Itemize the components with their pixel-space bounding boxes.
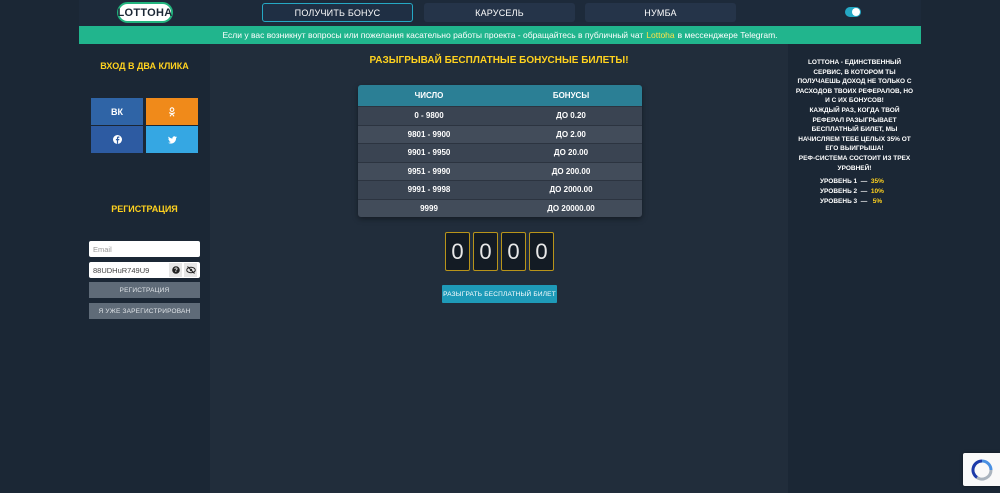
referral-info-3: РЕФ-СИСТЕМА СОСТОИТ ИЗ ТРЕХ УРОВНЕЙ! <box>798 155 911 172</box>
page-margin-right <box>921 0 1000 493</box>
range-cell: 9991 - 9998 <box>407 185 451 195</box>
facebook-login-button[interactable] <box>91 126 143 153</box>
level-label: УРОВЕНЬ 2 <box>820 187 858 195</box>
bonus-cell: ДО 20.00 <box>553 148 589 158</box>
vk-icon: ВК <box>111 106 123 117</box>
nav-get-bonus-button[interactable]: ПОЛУЧИТЬ БОНУС <box>262 3 413 22</box>
svg-text:?: ? <box>174 268 178 274</box>
bonus-cell: ДО 2000.00 <box>549 185 593 195</box>
table-row: 0 - 9800 ДО 0.20 <box>358 106 642 125</box>
referral-levels: УРОВЕНЬ 1 — 35% УРОВЕНЬ 2 — 10% УРОВЕНЬ … <box>820 177 884 206</box>
range-cell: 9999 <box>420 203 438 213</box>
range-cell: 0 - 9800 <box>414 111 444 121</box>
level-percent: 10% <box>870 187 884 195</box>
level-percent: 35% <box>870 178 884 185</box>
email-field[interactable]: Email <box>89 241 200 257</box>
nav-carousel-button[interactable]: КАРУСЕЛЬ <box>424 3 575 22</box>
banner-text-after: в мессенджере Telegram. <box>677 30 778 40</box>
column-header-number: ЧИСЛО <box>414 91 444 100</box>
table-row: 9999 ДО 20000.00 <box>358 198 642 217</box>
banner-telegram-link[interactable]: Lottoha <box>646 30 674 40</box>
table-row: 9901 - 9950 ДО 20.00 <box>358 143 642 162</box>
recaptcha-badge[interactable] <box>963 453 1000 486</box>
odnoklassniki-icon <box>168 106 176 117</box>
twitter-login-button[interactable] <box>146 126 198 153</box>
referral-info-1: LOTTOHA - ЕДИНСТВЕННЫЙ СЕРВИС, В КОТОРОМ… <box>795 59 914 105</box>
table-row: 9801 - 9900 ДО 2.00 <box>358 124 642 143</box>
range-cell: 9901 - 9950 <box>407 148 451 158</box>
twitter-icon <box>167 135 177 144</box>
nav-numba-button[interactable]: НУМБА <box>585 3 736 22</box>
quick-login-title: ВХОД В ДВА КЛИКА <box>100 61 189 71</box>
password-field[interactable]: 88UDHuR749U9 ? <box>89 262 200 278</box>
page-margin-left <box>0 0 79 493</box>
info-banner: Если у вас возникнут вопросы или пожелан… <box>79 26 921 44</box>
level-label: УРОВЕНЬ 3 <box>820 197 858 205</box>
register-title: РЕГИСТРАЦИЯ <box>111 204 178 214</box>
bonus-table: ЧИСЛО БОНУСЫ 0 - 9800 ДО 0.20 9801 - 990… <box>358 85 642 217</box>
theme-toggle[interactable] <box>845 7 861 17</box>
number-display: 0 0 0 0 <box>445 232 554 271</box>
logo[interactable]: LOTTOHA <box>117 2 173 23</box>
bonus-cell: ДО 0.20 <box>556 111 586 121</box>
ok-login-button[interactable] <box>146 98 198 125</box>
eye-slash-icon[interactable] <box>184 263 197 277</box>
help-icon[interactable]: ? <box>169 263 182 277</box>
password-value: 88UDHuR749U9 <box>93 265 150 275</box>
play-free-ticket-button[interactable]: РАЗЫГРАТЬ БЕСПЛАТНЫЙ БИЛЕТ <box>442 285 557 303</box>
already-registered-button[interactable]: Я УЖЕ ЗАРЕГИСТРИРОВАН <box>89 303 200 319</box>
table-row: 9991 - 9998 ДО 2000.00 <box>358 180 642 199</box>
level-row: УРОВЕНЬ 2 — 10% <box>820 187 884 195</box>
digit: 0 <box>529 232 554 271</box>
referral-info-2: КАЖДЫЙ РАЗ, КОГДА ТВОЙ РЕФЕРАЛ РАЗЫГРЫВА… <box>798 107 911 153</box>
table-row: 9951 - 9990 ДО 200.00 <box>358 161 642 180</box>
table-header: ЧИСЛО БОНУСЫ <box>358 85 642 106</box>
register-button[interactable]: РЕГИСТРАЦИЯ <box>89 282 200 298</box>
column-header-bonus: БОНУСЫ <box>552 91 590 100</box>
range-cell: 9801 - 9900 <box>407 129 451 139</box>
recaptcha-icon <box>970 458 993 481</box>
vk-login-button[interactable]: ВК <box>91 98 143 125</box>
bonus-cell: ДО 200.00 <box>551 166 591 176</box>
facebook-icon <box>112 135 122 144</box>
level-label: УРОВЕНЬ 1 <box>820 178 858 185</box>
level-percent: 5% <box>872 197 883 205</box>
banner-text-before: Если у вас возникнут вопросы или пожелан… <box>222 30 644 40</box>
bonus-cell: ДО 20000.00 <box>547 203 595 213</box>
range-cell: 9951 - 9990 <box>407 166 451 176</box>
level-row: УРОВЕНЬ 1 — 35% <box>820 178 884 185</box>
level-row: УРОВЕНЬ 3 — 5% <box>820 197 883 205</box>
digit: 0 <box>445 232 470 271</box>
digit: 0 <box>501 232 526 271</box>
page-title: РАЗЫГРЫВАЙ БЕСПЛАТНЫЕ БОНУСНЫЕ БИЛЕТЫ! <box>369 55 629 66</box>
digit: 0 <box>473 232 498 271</box>
bonus-cell: ДО 2.00 <box>556 129 586 139</box>
